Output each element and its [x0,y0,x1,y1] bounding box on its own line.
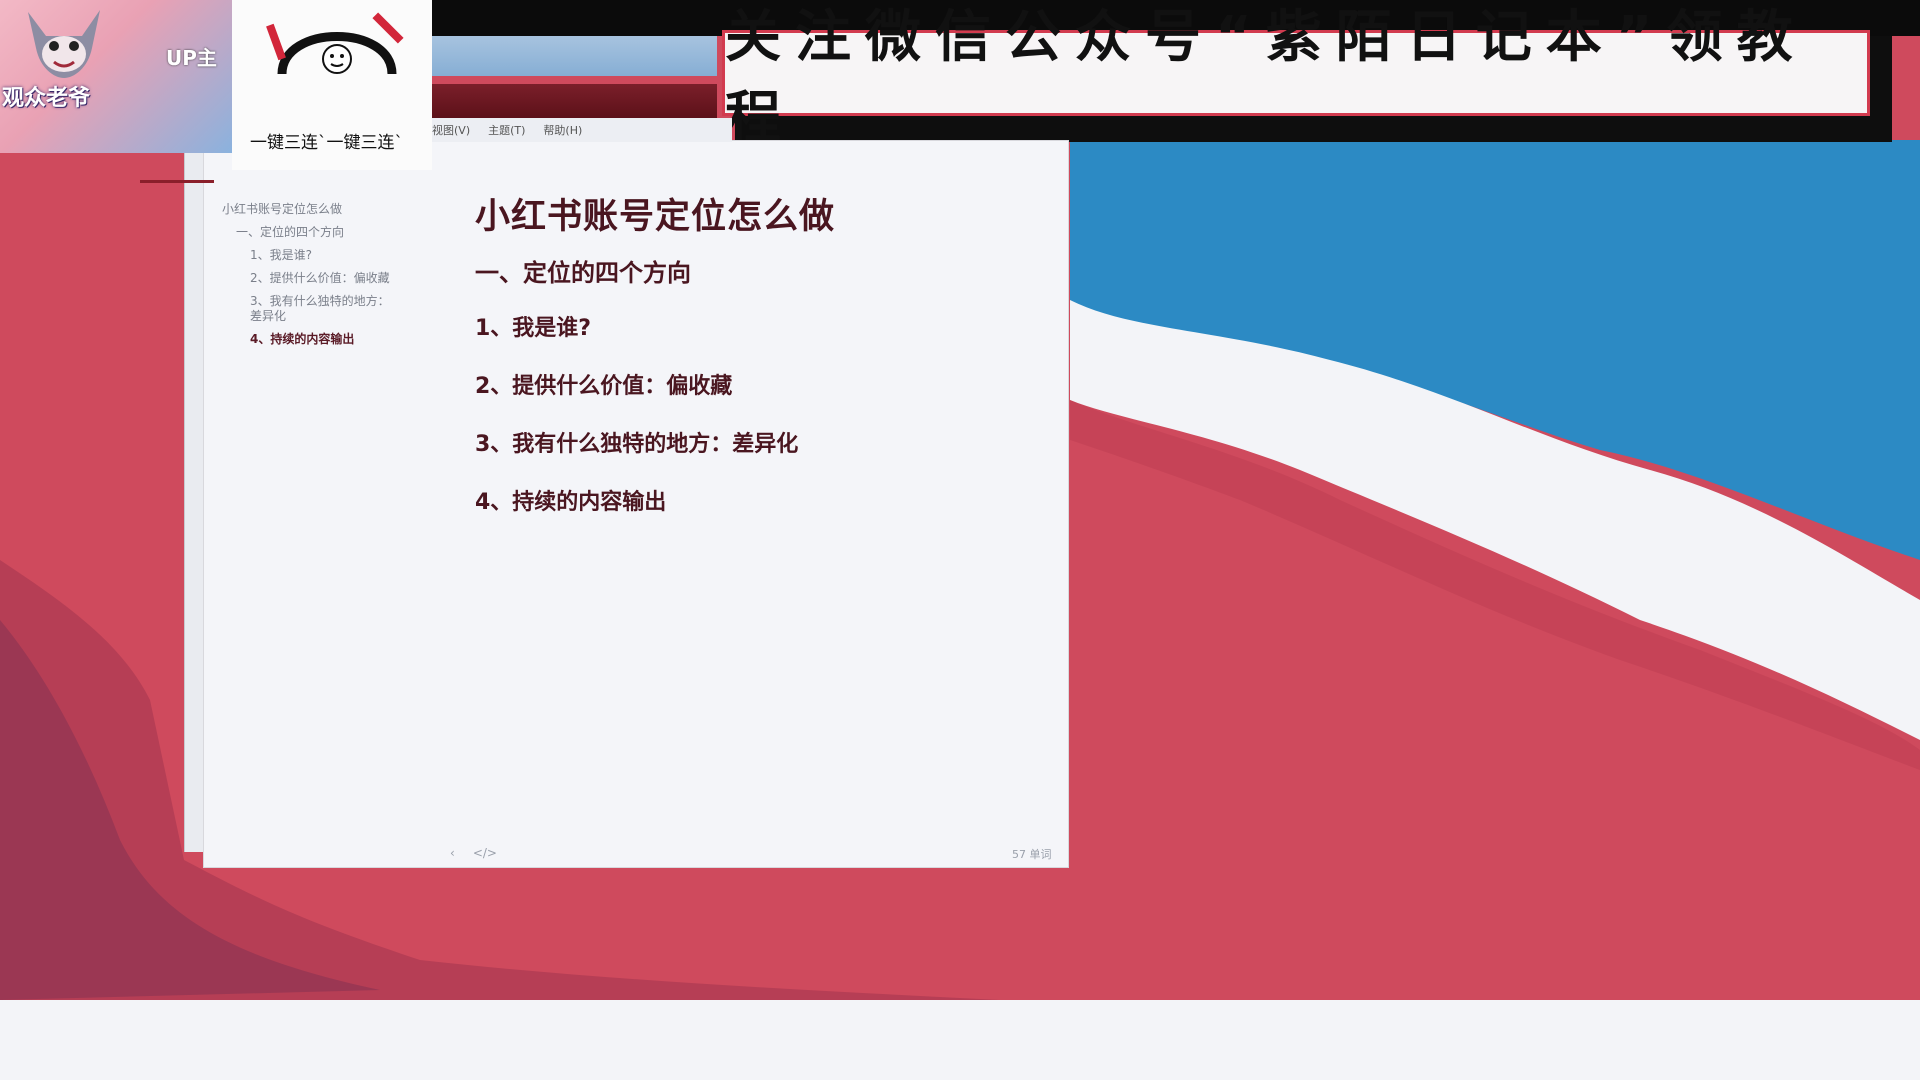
outline-sidebar: 小红书账号定位怎么做 一、定位的四个方向 1、我是谁? 2、提供什么价值：偏收藏… [220,198,420,351]
outline-item[interactable]: 1、我是谁? [220,244,420,267]
chevron-left-icon[interactable]: ‹ [450,846,455,860]
meme-sticker: 一键三连`一键三连` [232,0,432,170]
word-count[interactable]: 57 单词 [1012,846,1052,862]
doc-list-item: 3、我有什么独特的地方：差异化 [475,432,799,457]
outline-item[interactable]: 3、我有什么独特的地方：差异化 [220,290,400,328]
doc-heading: 一、定位的四个方向 [475,259,691,287]
outline-item[interactable]: 一、定位的四个方向 [220,221,420,244]
outline-item[interactable]: 2、提供什么价值：偏收藏 [220,267,420,290]
outline-item[interactable]: 小红书账号定位怎么做 [220,198,420,221]
doc-list-item: 2、提供什么价值：偏收藏 [475,374,733,399]
taskbar-area [0,1000,1920,1080]
menu-help[interactable]: 帮助(H) [543,122,582,138]
sticker-caption: 一键三连`一键三连` [250,133,403,153]
menu-view[interactable]: 视图(V) [432,122,470,138]
window-toolbar [432,84,717,118]
doc-list-item: 4、持续的内容输出 [475,490,667,515]
doc-list-item: 1、我是谁? [475,316,592,341]
status-bar-left: ‹ </> [450,846,497,860]
streamer-overlay: UP主 观众老爷 [0,0,232,153]
document-body[interactable]: 小红书账号定位怎么做 一、定位的四个方向 1、我是谁? 2、提供什么价值：偏收藏… [475,188,1035,542]
up-label: UP主 [166,46,217,70]
menu-theme[interactable]: 主题(T) [488,122,525,138]
menubar: 视图(V) 主题(T) 帮助(H) [432,118,732,142]
doc-title: 小红书账号定位怎么做 [475,197,836,237]
source-code-icon[interactable]: </> [473,846,497,860]
cat-avatar-icon [28,10,100,78]
window-titlebar[interactable] [432,36,717,76]
outline-item-active[interactable]: 4、持续的内容输出 [220,328,420,351]
promo-banner-text: 关注微信公众号“紫陌日记本”领教程 [725,5,1807,151]
viewer-label: 观众老爷 [2,86,91,111]
promo-banner: 关注微信公众号“紫陌日记本”领教程 [722,5,1870,151]
smiley-face-icon [266,12,404,75]
divider [140,180,214,183]
window-shadow-edge [184,140,205,852]
